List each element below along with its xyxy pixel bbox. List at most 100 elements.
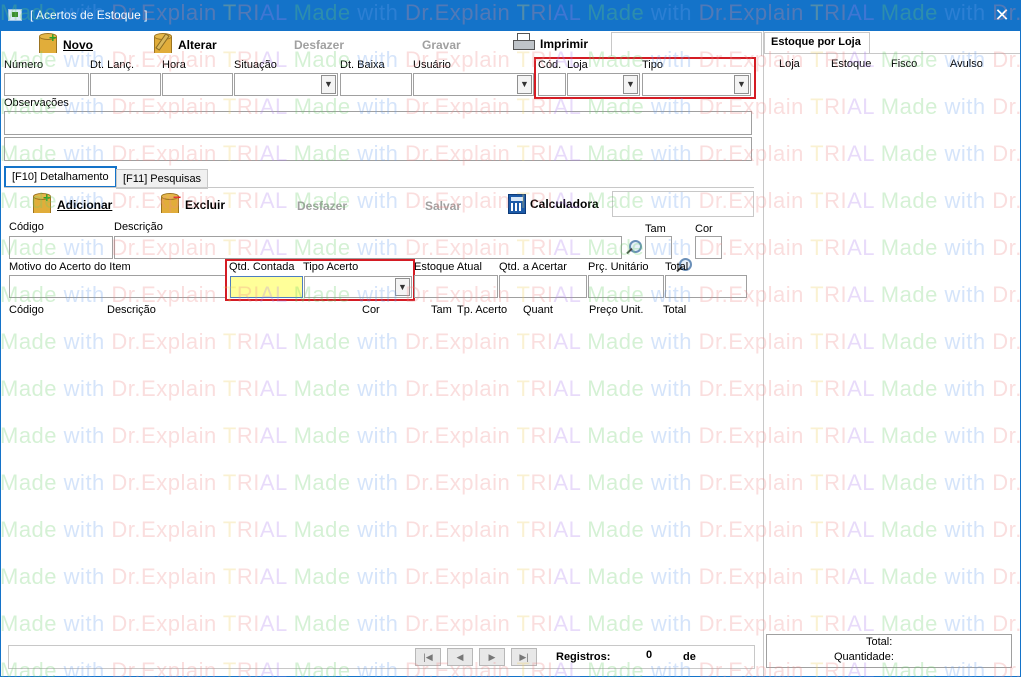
excluir-button[interactable]: − Excluir [159, 189, 226, 217]
grid-header-descricao[interactable]: Descrição [107, 304, 156, 316]
tam-label: Tam [645, 223, 666, 235]
loja-select[interactable]: ▼ [567, 73, 640, 96]
grid-header-total[interactable]: Total [663, 304, 686, 316]
cod-field[interactable] [538, 73, 566, 96]
novo-label: Novo [63, 38, 93, 52]
stock-grid[interactable] [766, 72, 1016, 632]
calculator-icon [508, 194, 526, 214]
stock-quantidade-label: Quantidade: [834, 651, 894, 663]
situacao-select[interactable]: ▼ [234, 73, 338, 96]
items-grid[interactable] [8, 318, 755, 643]
stock-total-label: Total: [866, 636, 893, 648]
novo-button[interactable]: + Novo [37, 30, 93, 57]
gravar-button[interactable]: Gravar [422, 38, 461, 52]
grid-header-quant[interactable]: Quant [523, 304, 553, 316]
codigo-label: Código [9, 221, 44, 233]
desfazer-button[interactable]: Desfazer [294, 38, 344, 52]
first-record-icon[interactable]: |◀ [415, 648, 441, 666]
dt-baixa-label: Dt. Baixa [340, 59, 385, 71]
cor-label: Cor [695, 223, 713, 235]
database-add-icon: + [31, 190, 53, 217]
printer-icon [512, 33, 536, 55]
close-button[interactable]: ✕ [990, 2, 1014, 28]
usuario-select[interactable]: ▼ [413, 73, 534, 96]
detail-toolbar-spacer [612, 191, 754, 217]
observacoes-label: Observações [4, 97, 69, 109]
observacoes-field-1[interactable] [4, 111, 752, 135]
motivo-label: Motivo do Acerto do Item [9, 261, 131, 273]
qtd-contada-field[interactable] [230, 276, 303, 298]
tab-pesquisas[interactable]: [F11] Pesquisas [116, 169, 209, 189]
alterar-label: Alterar [178, 38, 217, 52]
detail-desfazer-button[interactable]: Desfazer [297, 199, 347, 213]
footer-bar [8, 645, 755, 669]
prc-unitario-field[interactable] [588, 275, 664, 298]
grid-header-preco-unit[interactable]: Preço Unit. [589, 304, 643, 316]
descricao-label: Descrição [114, 221, 163, 233]
dt-lanc-label: Dt. Lanç. [90, 59, 135, 71]
chevron-down-icon[interactable]: ▼ [321, 75, 336, 94]
prc-unitario-label: Prç. Unitário [588, 261, 649, 273]
calculadora-label: Calculadora [530, 197, 599, 211]
search-icon[interactable] [624, 239, 642, 257]
registros-value: 0 [646, 649, 653, 661]
stock-header-fisco[interactable]: Fisco [891, 58, 917, 70]
observacoes-field-2[interactable] [4, 137, 752, 161]
situacao-label: Situação [234, 59, 277, 71]
stock-header-avulso[interactable]: Avulso [950, 58, 983, 70]
stock-header-loja[interactable]: Loja [779, 58, 800, 70]
tab-divider [4, 187, 754, 188]
tam-field[interactable] [645, 236, 672, 259]
numero-label: Número [4, 59, 44, 71]
database-edit-icon [152, 33, 174, 57]
grid-header-cor[interactable]: Cor [362, 304, 380, 316]
numero-field[interactable] [4, 73, 89, 96]
codigo-field[interactable] [9, 236, 113, 259]
qtd-acertar-label: Qtd. a Acertar [499, 261, 567, 273]
next-record-icon[interactable]: ▶ [479, 648, 505, 666]
grid-header-codigo[interactable]: Código [9, 304, 44, 316]
descricao-field[interactable] [114, 236, 622, 259]
calculadora-button[interactable]: Calculadora [508, 194, 599, 214]
tipo-select[interactable]: ▼ [642, 73, 751, 96]
chevron-down-icon[interactable]: ▼ [517, 75, 532, 94]
dt-lanc-field[interactable] [90, 73, 161, 96]
window-border-left [0, 31, 1, 677]
dt-baixa-field[interactable] [340, 73, 412, 96]
cor-field[interactable] [695, 236, 722, 259]
tipo-acerto-select[interactable]: ▼ [304, 276, 412, 298]
motivo-field[interactable] [9, 275, 227, 298]
tab-detalhamento[interactable]: [F10] Detalhamento [4, 166, 117, 188]
excluir-label: Excluir [185, 198, 226, 212]
alterar-button[interactable]: Alterar [152, 33, 217, 57]
grid-header-tam[interactable]: Tam [431, 304, 452, 316]
database-remove-icon: − [159, 189, 181, 217]
hora-label: Hora [162, 59, 186, 71]
last-record-icon[interactable]: ▶| [511, 648, 537, 666]
qtd-acertar-field[interactable] [499, 275, 587, 298]
estoque-atual-field[interactable] [414, 275, 498, 298]
panel-divider [763, 31, 764, 676]
tab-estoque-por-loja[interactable]: Estoque por Loja [764, 32, 870, 54]
de-label: de [683, 651, 696, 663]
grid-header-tp-acerto[interactable]: Tp. Acerto [457, 304, 507, 316]
adicionar-button[interactable]: + Adicionar [31, 190, 113, 217]
registros-label: Registros: [556, 651, 611, 663]
adicionar-label: Adicionar [57, 198, 113, 212]
app-icon [8, 9, 22, 21]
stock-header-estoque[interactable]: Estoque [831, 58, 871, 70]
imprimir-button[interactable]: Imprimir [512, 33, 588, 55]
hora-field[interactable] [162, 73, 233, 96]
chevron-down-icon[interactable]: ▼ [623, 75, 638, 94]
salvar-button[interactable]: Salvar [425, 199, 461, 213]
toolbar-spacer [611, 32, 762, 56]
title-bar: [ Acertos de Estoque ] ✕ [0, 0, 1021, 31]
total-field[interactable] [665, 275, 747, 298]
database-add-icon: + [37, 30, 59, 57]
chevron-down-icon[interactable]: ▼ [395, 278, 410, 296]
estoque-atual-label: Estoque Atual [414, 261, 482, 273]
usuario-label: Usuário [413, 59, 451, 71]
chevron-down-icon[interactable]: ▼ [734, 75, 749, 94]
window-title: [ Acertos de Estoque ] [30, 8, 148, 22]
previous-record-icon[interactable]: ◀ [447, 648, 473, 666]
